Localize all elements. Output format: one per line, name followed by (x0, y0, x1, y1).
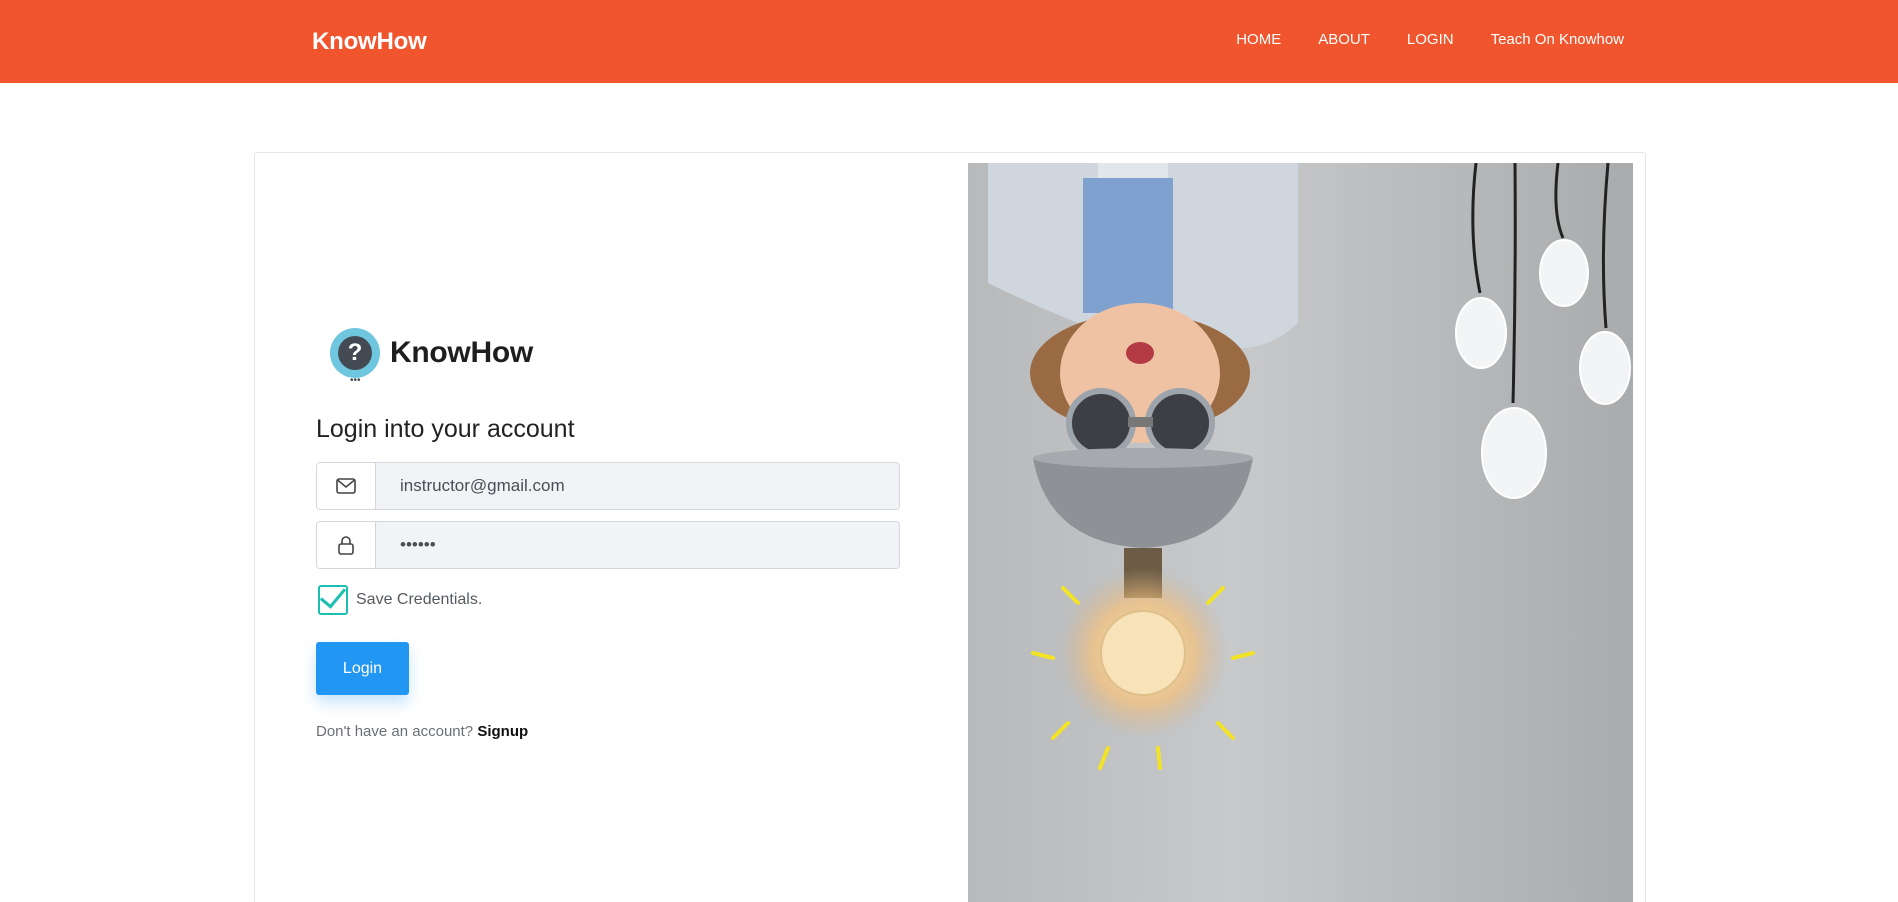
signup-link[interactable]: Signup (477, 723, 528, 740)
email-field[interactable] (376, 463, 899, 509)
nav-teach[interactable]: Teach On Knowhow (1491, 31, 1624, 48)
save-credentials-row: Save Credentials. (318, 581, 482, 615)
nav-home[interactable]: HOME (1236, 31, 1281, 48)
logo-name: KnowHow (390, 336, 533, 369)
save-credentials-label[interactable]: Save Credentials. (356, 591, 482, 609)
nav-about[interactable]: ABOUT (1318, 31, 1370, 48)
navbar-brand[interactable]: KnowHow (312, 28, 427, 56)
login-button[interactable]: Login (316, 642, 409, 695)
knowhow-logo: ? ••• KnowHow (330, 328, 533, 386)
login-heading: Login into your account (316, 415, 575, 443)
question-icon: ? ••• (330, 328, 380, 386)
password-field[interactable] (376, 522, 899, 568)
envelope-icon (317, 463, 376, 509)
signup-row: Don't have an account? Signup (316, 723, 528, 740)
signup-prompt: Don't have an account? (316, 723, 474, 740)
lock-icon (317, 522, 376, 568)
password-field-group (316, 521, 900, 569)
top-navbar: KnowHow HOME ABOUT LOGIN Teach On Knowho… (0, 0, 1898, 83)
hero-illustration (968, 163, 1633, 902)
checkmark-icon (319, 581, 347, 609)
nav-login[interactable]: LOGIN (1407, 31, 1454, 48)
email-field-group (316, 462, 900, 510)
nav-links: HOME ABOUT LOGIN Teach On Knowhow (1199, 31, 1624, 48)
save-credentials-checkbox[interactable] (318, 581, 348, 615)
